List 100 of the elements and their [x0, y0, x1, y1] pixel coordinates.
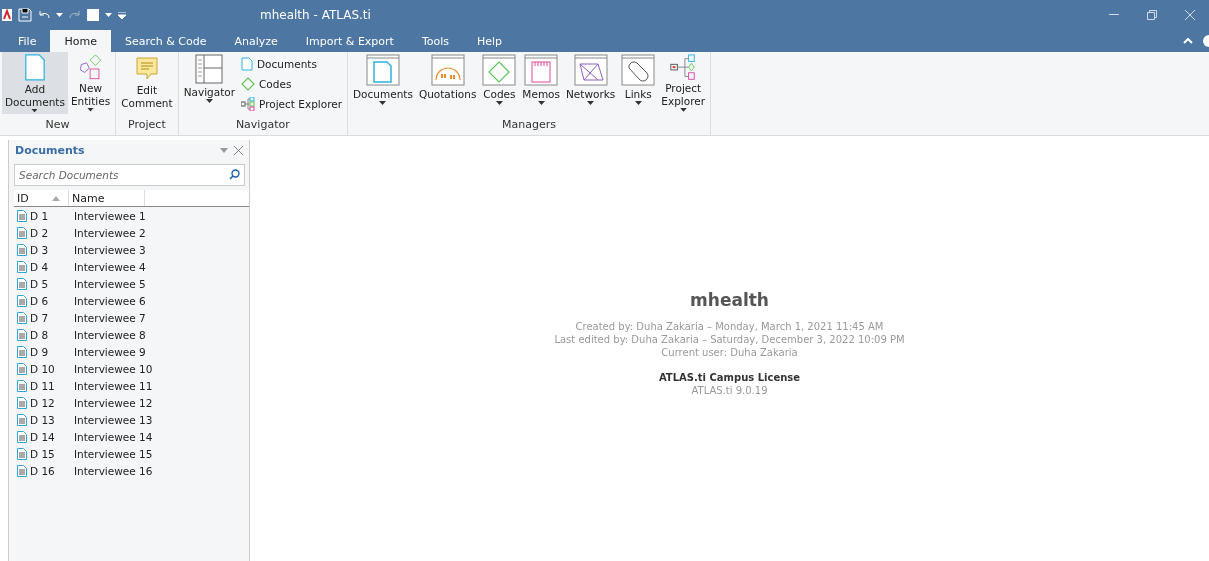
collapse-ribbon-icon[interactable] [1183, 38, 1193, 44]
customize-icon[interactable] [118, 11, 126, 19]
ribbon-tab[interactable]: Home [50, 30, 111, 52]
ribbon-button[interactable]: Codes [479, 52, 520, 114]
table-cell-text: Interviewee 16 [74, 464, 154, 477]
project-title: mhealth [690, 290, 769, 310]
table-cell-text: Interviewee 11 [74, 379, 154, 392]
document-icon [17, 277, 27, 290]
ribbon-button[interactable]: Documents [350, 52, 416, 114]
search-field[interactable]: Search Documents [14, 164, 245, 186]
info-line: Last edited by: Duha Zakaria – Saturday, December 3, 2022 10:09 PM [554, 333, 905, 346]
table-cell-text: Interviewee 13 [74, 413, 154, 426]
document-icon [17, 430, 27, 443]
document-icon [17, 226, 27, 239]
document-icon [241, 56, 253, 71]
table-cell: D 7 [14, 311, 74, 324]
ribbon-tab[interactable]: File [4, 30, 51, 52]
table-cell: D 2 [14, 226, 74, 239]
version-label: ATLAS.ti 9.0.19 [691, 384, 768, 397]
tree-icon [241, 96, 255, 111]
ribbon-button[interactable]: Edit Comment [118, 52, 176, 114]
ribbon-button[interactable]: New Entities [67, 52, 114, 114]
ribbon-button[interactable]: Links [618, 52, 659, 114]
table-cell-text: Interviewee 7 [74, 311, 147, 324]
document-icon [17, 294, 27, 307]
table-cell: D 4 [14, 260, 74, 273]
group-label: New [44, 117, 71, 133]
ribbon-button[interactable]: Quotations [415, 52, 480, 114]
caret-icon [105, 13, 112, 17]
panel-title: Documents [15, 143, 85, 157]
table-cell: D 1 [14, 209, 74, 222]
table-cell: D 6 [14, 294, 74, 307]
info-line: Current user: Duha Zakaria [661, 346, 798, 359]
document-icon [17, 328, 27, 341]
ribbon-tab[interactable]: Search & Code [110, 30, 221, 52]
ribbon-button[interactable]: Project Explorer [238, 94, 345, 113]
minimize-icon[interactable] [1109, 14, 1119, 16]
table-cell-text: Interviewee 14 [74, 430, 154, 443]
table-cell: D 13 [14, 413, 74, 426]
group-label: Managers [501, 117, 557, 133]
table-cell: D 5 [14, 277, 74, 290]
ribbon-button[interactable]: Documents [238, 54, 345, 73]
document-icon [17, 260, 27, 273]
window-title: mhealth - ATLAS.ti [260, 8, 371, 22]
table-cell-text: Interviewee 15 [74, 447, 154, 460]
app-icon[interactable] [2, 8, 12, 22]
license-label: ATLAS.ti Campus License [658, 371, 801, 384]
group-label: Navigator [234, 117, 291, 133]
restore-icon[interactable] [1147, 10, 1157, 20]
document-icon [17, 362, 27, 375]
close-icon[interactable] [234, 145, 243, 155]
ribbon-button[interactable]: Memos [519, 52, 563, 114]
table-cell: D 10 [14, 362, 74, 375]
table-cell: D 16 [14, 464, 74, 477]
document-icon [17, 464, 27, 477]
ribbon-button[interactable]: Add Documents [2, 52, 68, 114]
table-cell: D 8 [14, 328, 74, 341]
column-header[interactable]: Name [69, 190, 145, 206]
ribbon-tab[interactable]: Help [463, 30, 517, 52]
ribbon-button[interactable]: Project Explorer [658, 52, 709, 114]
document-icon [17, 311, 27, 324]
ribbon-button[interactable]: Networks [563, 52, 619, 114]
save-icon[interactable] [18, 8, 32, 22]
table-cell-text: Interviewee 1 [74, 209, 147, 222]
search-icon[interactable] [229, 169, 240, 180]
comment-icon [134, 54, 159, 82]
ribbon-tab[interactable]: Import & Export [291, 30, 408, 52]
sort-icon [52, 195, 60, 201]
table-cell-text: Interviewee 9 [74, 345, 147, 358]
table-cell-text: Interviewee 8 [74, 328, 147, 341]
table-cell: D 9 [14, 345, 74, 358]
table-cell: D 14 [14, 430, 74, 443]
document-icon [17, 447, 27, 460]
table-cell-text: Interviewee 6 [74, 294, 147, 307]
dropdown-icon[interactable] [220, 147, 228, 153]
table-cell: D 12 [14, 396, 74, 409]
document-icon [17, 379, 27, 392]
table-cell: D 15 [14, 447, 74, 460]
table-cell-text: Interviewee 5 [74, 277, 147, 290]
group-label: Project [127, 117, 167, 133]
diamond-icon [241, 76, 255, 91]
undo-icon[interactable] [38, 10, 50, 20]
table-cell-text: Interviewee 2 [74, 226, 147, 239]
table-cell-text: Interviewee 3 [74, 243, 147, 256]
document-icon [17, 243, 27, 256]
table-cell: D 3 [14, 243, 74, 256]
table-cell: D 11 [14, 379, 74, 392]
ribbon-tab[interactable]: Analyze [220, 30, 292, 52]
column-header[interactable]: ID [14, 190, 69, 206]
ribbon-button[interactable]: Navigator [180, 52, 238, 114]
caret-icon [56, 13, 63, 17]
ribbon-tab[interactable]: Tools [407, 30, 463, 52]
document-icon [17, 345, 27, 358]
document-icon [17, 413, 27, 426]
redo-icon[interactable] [69, 10, 81, 20]
ribbon-button[interactable]: Codes [238, 74, 345, 93]
document-icon [17, 209, 27, 222]
table-cell-text: Interviewee 12 [74, 396, 154, 409]
info-line: Created by: Duha Zakaria – Monday, March 1, 2021 11:45 AM [575, 320, 884, 333]
table-cell-text: Interviewee 10 [74, 362, 154, 375]
